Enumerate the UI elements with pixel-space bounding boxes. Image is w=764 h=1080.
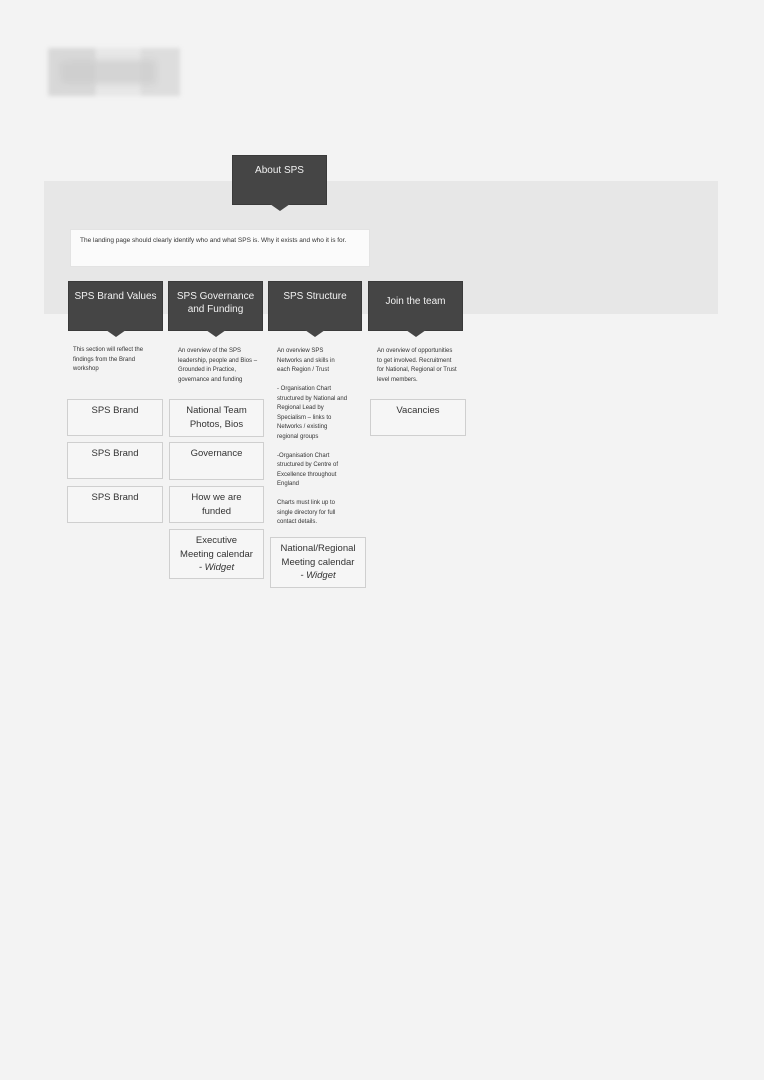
national-team-box[interactable]: National Team Photos, Bios (169, 399, 264, 437)
executive-calendar-box[interactable]: Executive Meeting calendar - Widget (169, 529, 264, 579)
about-sps-node[interactable]: About SPS (232, 155, 327, 211)
intro-text: The landing page should clearly identify… (70, 229, 370, 267)
sps-brand-box-1[interactable]: SPS Brand (67, 399, 163, 436)
sps-brand-box-3[interactable]: SPS Brand (67, 486, 163, 523)
join-team-description: An overview of opportunities to get invo… (377, 348, 457, 383)
brand-values-label: SPS Brand Values (74, 291, 157, 302)
vacancies-box[interactable]: Vacancies (370, 399, 466, 436)
how-funded-box[interactable]: How we are funded (169, 486, 264, 523)
blurred-logo (48, 48, 180, 96)
brand-values-description: This section will reflect the findings f… (73, 347, 144, 372)
sps-brand-box-2[interactable]: SPS Brand (67, 442, 163, 479)
regional-calendar-box[interactable]: National/Regional Meeting calendar - Wid… (270, 537, 366, 588)
governance-funding-label: SPS Governance and Funding (176, 291, 255, 315)
governance-funding-description: An overview of the SPS leadership, peopl… (178, 348, 258, 383)
about-sps-label: About SPS (255, 165, 304, 176)
join-team-label: Join the team (385, 296, 446, 307)
structure-label: SPS Structure (283, 291, 347, 302)
join-team-node[interactable]: Join the team (368, 281, 463, 337)
structure-node[interactable]: SPS Structure (268, 281, 362, 337)
governance-funding-node[interactable]: SPS Governance and Funding (168, 281, 263, 337)
governance-box[interactable]: Governance (169, 442, 264, 480)
brand-values-node[interactable]: SPS Brand Values (68, 281, 163, 337)
structure-description: An overview SPS Networks and skills in e… (277, 348, 348, 525)
